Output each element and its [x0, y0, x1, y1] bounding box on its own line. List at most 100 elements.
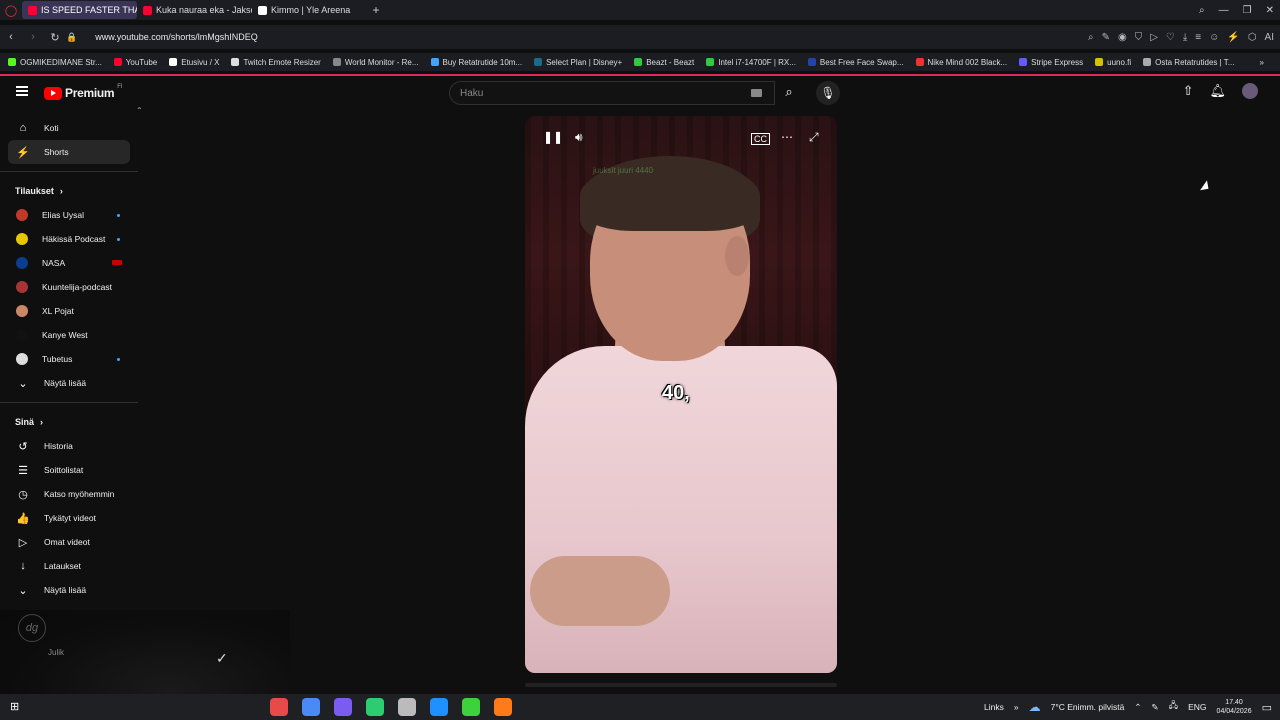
heart-icon[interactable]: ♡ — [1166, 32, 1175, 43]
sidebar-divider — [0, 402, 138, 403]
browser-tab[interactable]: Kuka nauraa eka - Jakso 2 — [137, 1, 252, 19]
system-clock[interactable]: 17.40 04/04/2026 — [1217, 698, 1252, 716]
next-short-preview[interactable] — [525, 683, 837, 687]
cube-icon[interactable]: ⬡ — [1248, 32, 1257, 43]
sidebar-item-watch-later[interactable]: ◷ Katso myöhemmin — [0, 482, 138, 506]
lock-icon[interactable]: 🔒 — [66, 32, 77, 43]
taskbar-app-icon[interactable] — [430, 698, 448, 716]
bookmarks-overflow-button[interactable]: » — [1260, 58, 1264, 67]
bookmark-item[interactable]: Beazt - Beazt — [634, 58, 694, 67]
captions-icon[interactable]: CC — [751, 133, 770, 145]
sidebar-item-history[interactable]: ↺ Historia — [0, 434, 138, 458]
search-button[interactable]: ⌕ — [775, 81, 803, 105]
subscription-item[interactable]: NASA — [0, 251, 138, 275]
taskbar-app-icon[interactable] — [334, 698, 352, 716]
bookmark-item[interactable]: Osta Retatrutides | T... — [1143, 58, 1234, 67]
sidebar-item-playlists[interactable]: ☰ Soittolistat — [0, 458, 138, 482]
extension-icon[interactable]: ⚡ — [1227, 32, 1239, 43]
you-show-more[interactable]: ⌄ Näytä lisää — [0, 578, 138, 602]
sidebar-item-your-videos[interactable]: ▷ Omat videot — [0, 530, 138, 554]
search-input[interactable]: Haku — [449, 81, 775, 105]
subscription-item[interactable]: Tubetus — [0, 347, 138, 371]
subscriptions-header[interactable]: Tilaukset › — [0, 179, 138, 203]
subscriptions-title: Tilaukset — [15, 186, 54, 196]
network-icon[interactable]: 🖧 — [1169, 700, 1178, 714]
youtube-logo[interactable]: Premium FI — [44, 84, 123, 100]
language-indicator[interactable]: ENG — [1188, 702, 1206, 712]
taskbar-app-icon[interactable] — [302, 698, 320, 716]
browser-tab[interactable]: IS SPEED FASTER THA — [22, 1, 137, 19]
bookmark-item[interactable]: OGMIKEDIMANE Str... — [8, 58, 102, 67]
shield-icon[interactable]: ⛉ — [1135, 32, 1143, 43]
hamburger-menu-icon[interactable] — [16, 86, 28, 96]
back-button[interactable]: ‹ — [0, 31, 22, 43]
you-header[interactable]: Sinä › — [0, 410, 138, 434]
subscription-item[interactable]: Elias Uysal — [0, 203, 138, 227]
shorts-player[interactable]: juuksit juuri 4440 40, ❚❚ 🔊︎ CC ⋯ ⤢ — [525, 116, 837, 673]
bookmark-item[interactable]: Intel i7-14700F | RX... — [706, 58, 796, 67]
sidebar-item-shorts[interactable]: ⚡ Shorts — [8, 140, 130, 164]
weather-text[interactable]: 7°C Enimm. pilvistä — [1051, 702, 1125, 712]
notifications-icon[interactable]: ▭ — [1262, 701, 1272, 714]
send-icon[interactable]: ▷ — [1150, 32, 1158, 43]
taskbar-app-icon[interactable] — [270, 698, 288, 716]
start-icon[interactable]: ⊞ — [10, 700, 19, 713]
bookmark-item[interactable]: uuno.fi — [1095, 58, 1131, 67]
download-icon[interactable]: ⤓ — [1183, 32, 1187, 43]
volume-icon[interactable]: 🔊︎ — [575, 130, 583, 145]
fullscreen-icon[interactable]: ⤢ — [809, 130, 819, 145]
weather-icon[interactable]: ☁ — [1029, 700, 1041, 714]
links-expand-icon[interactable]: » — [1014, 702, 1019, 712]
pause-icon[interactable]: ❚❚ — [543, 130, 563, 144]
pen-icon[interactable]: ✎ — [1152, 702, 1159, 713]
profile-icon[interactable]: ☺ — [1209, 32, 1219, 43]
sidebar-item-home[interactable]: ⌂ Koti — [0, 116, 138, 140]
opera-logo-icon[interactable]: ◯ — [0, 4, 22, 17]
taskbar-app-icon[interactable] — [462, 698, 480, 716]
bookmark-item[interactable]: Nike Mind 002 Black... — [915, 58, 1007, 67]
more-options-icon[interactable]: ⋯ — [781, 130, 793, 144]
menu-list-icon[interactable]: ≡ — [1195, 32, 1201, 43]
notifications-bell-icon[interactable]: 🔔︎ — [1209, 83, 1226, 99]
subscriptions-show-more[interactable]: ⌄ Näytä lisää — [0, 371, 138, 395]
taskbar-app-icon[interactable] — [366, 698, 384, 716]
avatar[interactable] — [1242, 83, 1258, 99]
bookmark-item[interactable]: Stripe Express — [1019, 58, 1083, 67]
subscription-item[interactable]: Kanye West — [0, 323, 138, 347]
tray-expand-icon[interactable]: ⌃ — [1134, 702, 1141, 713]
subscription-item[interactable]: Häkissä Podcast — [0, 227, 138, 251]
bookmark-item[interactable]: Select Plan | Disney+ — [534, 58, 622, 67]
ai-icon[interactable]: AI — [1265, 32, 1274, 43]
close-window-button[interactable]: ✕ — [1266, 5, 1274, 16]
new-tab-button[interactable]: + — [367, 3, 385, 17]
bookmark-item[interactable]: YouTube — [113, 58, 157, 67]
sidebar-item-label: Koti — [44, 123, 59, 133]
edit-icon[interactable]: ✎ — [1102, 32, 1110, 43]
chevron-down-icon: ⌄ — [18, 584, 28, 597]
camera-icon[interactable]: ◉ — [1118, 32, 1127, 43]
subscription-item[interactable]: XL Pojat — [0, 299, 138, 323]
links-toolbar[interactable]: Links — [984, 702, 1004, 712]
browser-tab[interactable]: Kimmo | Yle Areena — [252, 1, 367, 19]
upload-icon[interactable]: ⇧ — [1183, 83, 1194, 99]
bookmark-item[interactable]: Etusivu / X — [169, 58, 219, 67]
reload-button[interactable]: ↻ — [44, 31, 66, 44]
subscription-item[interactable]: Kuuntelija-podcast — [0, 275, 138, 299]
microphone-icon[interactable]: 🎙 — [816, 81, 840, 105]
url-field[interactable]: www.youtube.com/shorts/lmMgshINDEQ — [95, 32, 258, 42]
bookmark-item[interactable]: Buy Retatrutide 10m... — [430, 58, 522, 67]
taskbar-app-icon[interactable] — [494, 698, 512, 716]
tab-search-icon[interactable]: ⌕ — [1199, 5, 1205, 16]
sidebar-item-downloads[interactable]: ↓ Lataukset — [0, 554, 138, 578]
sidebar-scroll-up-icon[interactable]: ⌃ — [136, 106, 143, 115]
minimize-button[interactable]: — — [1219, 5, 1229, 16]
bookmark-item[interactable]: World Monitor - Re... — [332, 58, 419, 67]
taskbar-app-icon[interactable] — [398, 698, 416, 716]
keyboard-icon[interactable] — [751, 89, 762, 97]
bookmark-item[interactable]: Twitch Emote Resizer — [231, 58, 321, 67]
search-icon[interactable]: ⌕ — [1088, 32, 1094, 43]
bookmark-item[interactable]: Best Free Face Swap... — [807, 58, 904, 67]
forward-button[interactable]: › — [22, 31, 44, 43]
sidebar-item-liked[interactable]: 👍 Tykätyt videot — [0, 506, 138, 530]
maximize-button[interactable]: ❐ — [1243, 5, 1252, 16]
